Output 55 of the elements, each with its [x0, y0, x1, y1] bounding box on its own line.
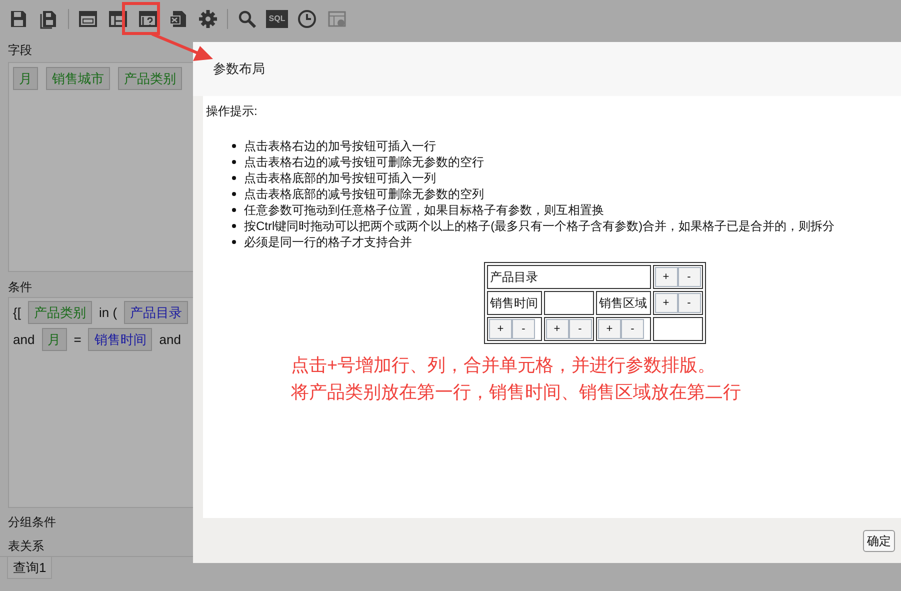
operator-text: {[ — [13, 304, 21, 322]
section-label: 分组条件 — [8, 514, 56, 531]
remove-button[interactable]: - — [620, 319, 644, 339]
empty-cell[interactable] — [544, 291, 594, 315]
bullet-icon — [232, 240, 236, 244]
clock-icon[interactable] — [296, 8, 318, 30]
field-chip[interactable]: 产品目录 — [124, 301, 188, 324]
query-tab[interactable]: 查询1 — [7, 557, 52, 579]
hint-title: 操作提示: — [206, 103, 258, 120]
add-button[interactable]: + — [654, 267, 678, 287]
grid-layout-icon[interactable] — [107, 8, 129, 30]
bullet-icon — [232, 208, 236, 212]
add-button[interactable]: + — [489, 319, 512, 339]
parameter-cell[interactable]: 销售区域 — [596, 291, 650, 315]
remove-button[interactable]: - — [678, 293, 700, 313]
parameter-cell[interactable]: 产品目录 — [487, 265, 650, 289]
hint-text: 点击表格右边的加号按钮可插入一行 — [244, 138, 436, 154]
annotation-text: 点击+号增加行、列，合并单元格，并进行参数排版。 — [291, 354, 716, 377]
sql-icon[interactable]: SQL — [266, 10, 288, 28]
add-button[interactable]: + — [654, 293, 678, 313]
field-chip[interactable]: 销售时间 — [88, 328, 152, 351]
empty-cell[interactable] — [652, 317, 703, 341]
bullet-icon — [232, 176, 236, 180]
remove-button[interactable]: - — [568, 319, 592, 339]
dialog-title: 参数布局 — [213, 60, 265, 78]
hint-text: 点击表格底部的加号按钮可插入一列 — [244, 170, 436, 186]
parameter-layout-icon[interactable] — [137, 8, 159, 30]
operator-text: = — [74, 330, 82, 349]
remove-button[interactable]: - — [678, 267, 700, 287]
operator-text: and — [159, 330, 181, 349]
hint-text: 点击表格底部的减号按钮可删除无参数的空列 — [244, 186, 484, 202]
remove-button[interactable]: - — [512, 319, 535, 339]
bullet-icon — [232, 160, 236, 164]
arrow-annotation — [151, 32, 213, 61]
annotation-text: 将产品类别放在第一行，销售时间、销售区域放在第二行 — [291, 381, 741, 404]
highlight-box — [122, 2, 160, 35]
operator-text: in ( — [98, 304, 118, 322]
hint-text: 任意参数可拖动到任意格子位置，如果目标格子有参数，则互相置换 — [244, 202, 604, 218]
bullet-icon — [232, 144, 236, 148]
section-label: 条件 — [8, 279, 32, 296]
layout-icon[interactable] — [77, 8, 99, 30]
section-label: 字段 — [8, 42, 32, 59]
search-icon[interactable] — [236, 8, 258, 30]
ok-button[interactable]: 确定 — [863, 530, 895, 552]
operator-text: and — [13, 330, 35, 349]
parameter-cell[interactable]: 销售时间 — [487, 291, 542, 315]
add-button[interactable]: + — [598, 319, 621, 339]
bullet-icon — [232, 192, 236, 196]
hint-text: 必须是同一行的格子才支持合并 — [244, 234, 412, 250]
section-label: 表关系 — [8, 538, 44, 555]
settings-icon[interactable] — [197, 8, 219, 30]
bullet-icon — [232, 224, 236, 228]
add-button[interactable]: + — [546, 319, 569, 339]
hint-text: 点击表格右边的减号按钮可删除无参数的空行 — [244, 154, 484, 170]
hint-text: 按Ctrl键同时拖动可以把两个或两个以上的格子(最多只有一个格子含有参数)合并，如果格子已是合并的，则拆分 — [244, 218, 835, 234]
